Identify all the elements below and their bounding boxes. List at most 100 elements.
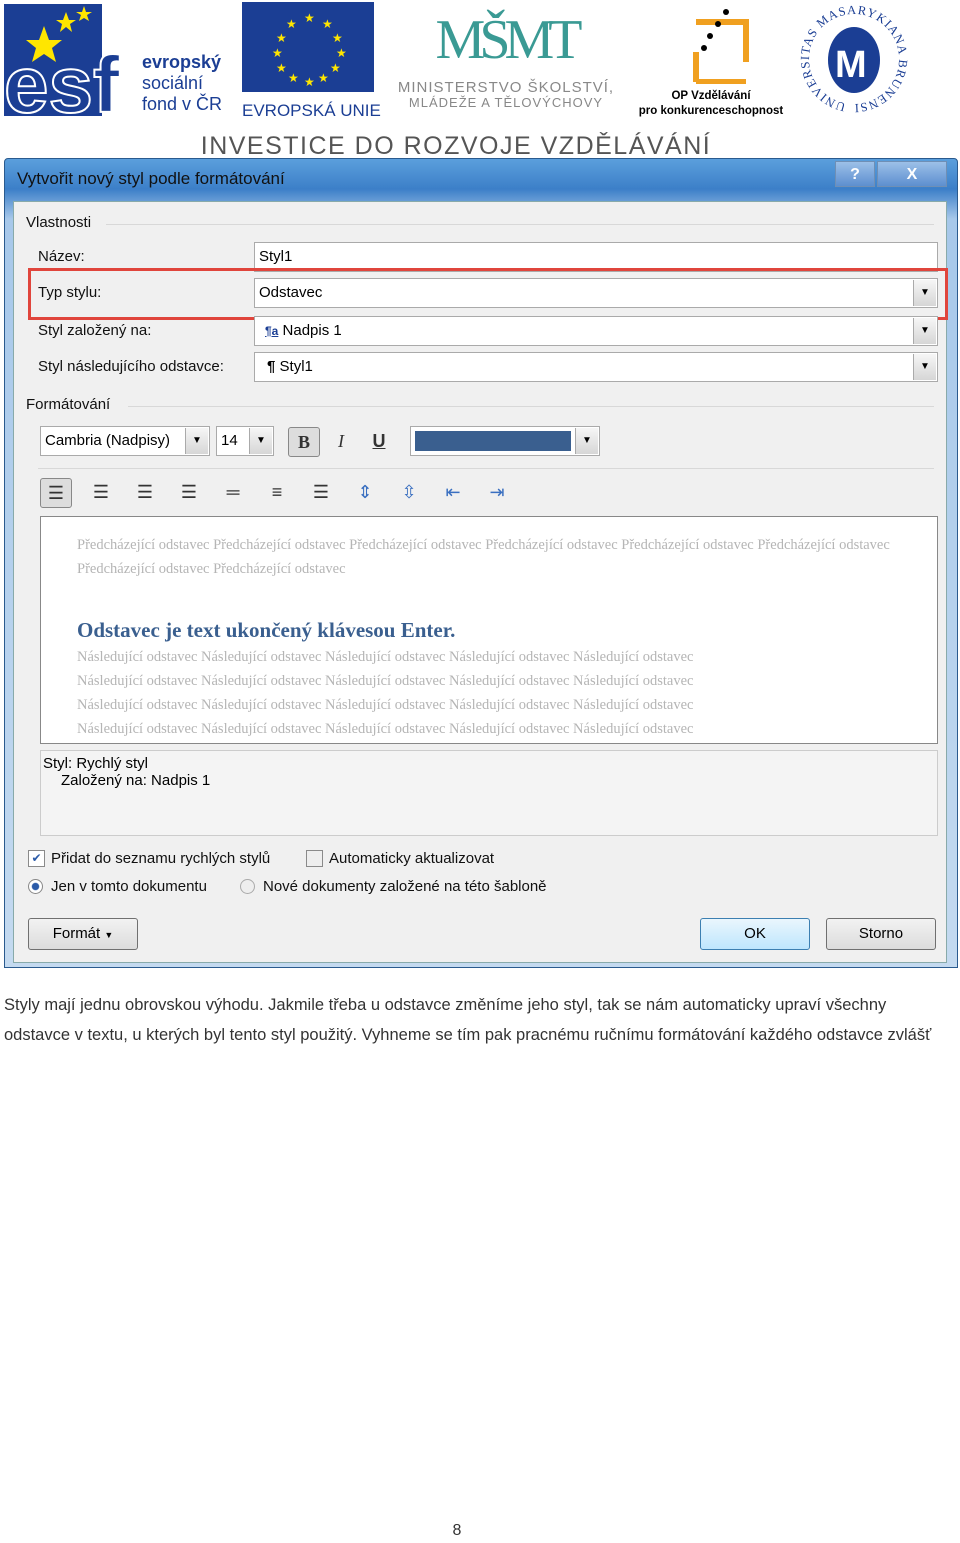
paragraph-icon: ¶ [267, 358, 276, 375]
only-this-document-label: Jen v tomto dokumentu [51, 878, 207, 895]
align-left-icon[interactable]: ☰ [40, 478, 72, 508]
linked-style-icon: ¶a [265, 324, 279, 338]
font-color-select[interactable]: ▼ [410, 426, 600, 456]
preview-next-paragraph: Následující odstavec Následující odstave… [77, 673, 694, 689]
op-logo: OP Vzdělávání pro konkurenceschopnost [636, 2, 786, 119]
checkbox-unchecked-icon [306, 850, 323, 867]
msmt-text: MLÁDEŽE A TĚLOVÝCHOVY [408, 95, 604, 110]
double-spacing-icon[interactable]: ☰ [306, 478, 336, 506]
esf-text: evropský [142, 52, 222, 72]
svg-text:M: M [835, 44, 867, 86]
font-size-select[interactable]: 14 ▼ [216, 426, 274, 456]
ok-button[interactable]: OK [700, 918, 810, 950]
esf-logo: esf evropský sociální fond v ČR [3, 4, 230, 130]
chevron-down-icon[interactable]: ▼ [913, 280, 936, 306]
bold-button[interactable]: B [288, 427, 320, 457]
add-quick-styles-label: Přidat do seznamu rychlých stylů [51, 850, 271, 867]
chevron-down-icon[interactable]: ▼ [913, 354, 936, 380]
dialog-title: Vytvořit nový styl podle formátování [17, 169, 285, 188]
msmt-emblem: MŠMT [435, 9, 583, 71]
preview-next-paragraph: Následující odstavec Následující odstave… [77, 721, 694, 737]
chevron-down-icon[interactable]: ▼ [575, 428, 598, 454]
justify-icon[interactable]: ☰ [174, 478, 204, 506]
style-description-line: Založený na: Nadpis 1 [61, 772, 211, 789]
align-center-icon[interactable]: ☰ [86, 478, 116, 506]
op-text: pro konkurenceschopnost [638, 105, 784, 117]
body-paragraph: Styly mají jednu obrovskou výhodu. Jakmi… [4, 996, 932, 1044]
next-style-value: Styl1 [279, 358, 313, 375]
close-button[interactable]: X [877, 161, 947, 187]
msmt-logo: MŠMT MINISTERSTVO ŠKOLSTVÍ, MLÁDEŽE A TĚ… [386, 0, 626, 110]
increase-spacing-icon[interactable]: ⇕ [350, 478, 380, 506]
msmt-text: MINISTERSTVO ŠKOLSTVÍ, [397, 79, 615, 96]
svg-text:★: ★ [322, 17, 333, 31]
divider [38, 468, 934, 469]
preview-sample-text: Odstavec je text ukončený klávesou Enter… [77, 618, 456, 642]
style-description: Styl: Rychlý styl Založený na: Nadpis 1 [40, 750, 938, 836]
decrease-spacing-icon[interactable]: ⇳ [394, 478, 424, 506]
preview-next-paragraph: Následující odstavec Následující odstave… [77, 649, 694, 665]
dialog-body: Vlastnosti Název: Styl1 Typ stylu: Odsta… [13, 201, 948, 963]
font-value: Cambria (Nadpisy) [45, 432, 171, 449]
based-on-select[interactable]: ¶a Nadpis 1 ▼ [254, 316, 938, 346]
font-select[interactable]: Cambria (Nadpisy) ▼ [40, 426, 210, 456]
name-label: Název: [38, 248, 85, 265]
next-style-select[interactable]: ¶ Styl1 ▼ [254, 352, 938, 382]
help-button[interactable]: ? [835, 161, 875, 187]
font-color-swatch [415, 431, 571, 451]
format-button-label: Formát [52, 925, 101, 942]
tagline: INVESTICE DO ROZVOJE VZDĚLÁVÁNÍ [200, 132, 712, 160]
only-this-document-radio[interactable]: Jen v tomto dokumentu [28, 878, 207, 895]
svg-text:★: ★ [318, 71, 329, 85]
style-preview: Předcházející odstavec Předcházející ods… [40, 516, 938, 744]
svg-text:★: ★ [288, 71, 299, 85]
underline-button[interactable]: U [364, 427, 394, 455]
cancel-button[interactable]: Storno [826, 918, 936, 950]
mu-seal: UNIVERSITAS MASARYKIANA BRUNENSIS M [792, 0, 910, 115]
based-on-label: Styl založený na: [38, 322, 152, 339]
italic-button[interactable]: I [326, 427, 356, 455]
svg-text:★: ★ [336, 46, 347, 60]
single-spacing-icon[interactable]: ═ [218, 478, 248, 506]
esf-text: sociální [142, 73, 204, 93]
new-documents-radio[interactable]: Nové dokumenty založené na této šabloně [240, 878, 547, 895]
auto-update-checkbox[interactable]: Automaticky aktualizovat [306, 850, 494, 867]
svg-text:★: ★ [304, 75, 315, 89]
align-right-icon[interactable]: ☰ [130, 478, 160, 506]
svg-text:★: ★ [332, 31, 343, 45]
svg-text:esf: esf [4, 40, 120, 116]
op-emblem [693, 9, 749, 85]
style-type-select[interactable]: Odstavec ▼ [254, 278, 938, 308]
eu-text: EVROPSKÁ UNIE [242, 101, 381, 120]
radio-selected-icon [28, 879, 43, 894]
one-half-spacing-icon[interactable]: ≡ [262, 478, 292, 506]
style-description-line: Styl: Rychlý styl [43, 755, 149, 772]
preview-previous-paragraph: Předcházející odstavec Předcházející ods… [77, 537, 890, 577]
based-on-value: Nadpis 1 [282, 322, 342, 339]
properties-section-label: Vlastnosti [26, 214, 92, 231]
title-bar: Vytvořit nový styl podle formátování ? X [5, 159, 957, 199]
esf-emblem: esf [3, 4, 121, 130]
style-type-label: Typ stylu: [38, 284, 102, 301]
chevron-down-icon[interactable]: ▼ [185, 428, 208, 454]
chevron-down-icon[interactable]: ▼ [249, 428, 272, 454]
divider [106, 224, 934, 225]
svg-text:★: ★ [276, 61, 287, 75]
increase-indent-icon[interactable]: ⇥ [482, 478, 512, 506]
mu-logo: UNIVERSITAS MASARYKIANA BRUNENSIS M [792, 0, 912, 121]
font-size-value: 14 [221, 432, 238, 449]
formatting-section-label: Formátování [26, 396, 111, 413]
decrease-indent-icon[interactable]: ⇤ [438, 478, 468, 506]
add-quick-styles-checkbox[interactable]: ✔ Přidat do seznamu rychlých stylů [28, 850, 270, 867]
paragraph-toolbar: ☰ ☰ ☰ ☰ ═ ≡ ☰ ⇕ ⇳ ⇤ ⇥ [40, 478, 512, 508]
page-number: 8 [452, 1522, 462, 1539]
chevron-down-icon[interactable]: ▼ [913, 318, 936, 344]
svg-text:★: ★ [276, 31, 287, 45]
svg-text:★: ★ [330, 61, 341, 75]
checkbox-checked-icon: ✔ [28, 850, 45, 867]
next-style-label: Styl následujícího odstavce: [38, 358, 224, 375]
format-button[interactable]: Formát ▼ [28, 918, 138, 950]
chevron-down-icon: ▼ [104, 930, 114, 940]
op-text: OP Vzdělávání [671, 90, 751, 102]
eu-logo: ★ ★ ★ ★ ★ ★ ★ ★ ★ ★ ★ ★ EVROPSKÁ UNIE [242, 2, 381, 121]
